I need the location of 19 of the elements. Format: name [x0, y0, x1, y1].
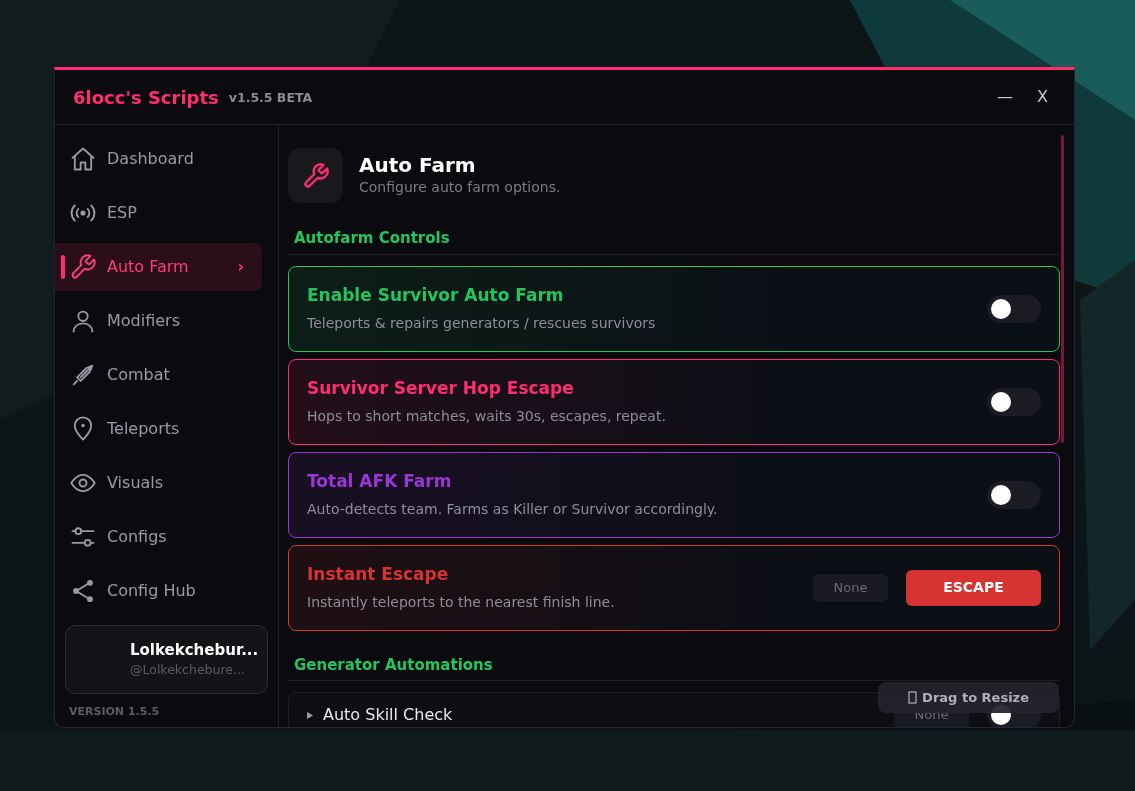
version-label: v1.5.5 BETA [228, 89, 313, 108]
feature-description: Teleports & repairs generators / rescues survivors [307, 313, 657, 333]
feature-description: Instantly teleports to the nearest finish line. [307, 592, 616, 612]
row-title: Auto Skill Check [323, 704, 453, 726]
feature-title: Enable Survivor Auto Farm [307, 284, 565, 308]
page-subtitle: Configure auto farm options. [359, 178, 561, 197]
section-title: Autofarm Controls [288, 211, 1060, 255]
section-title: Generator Automations [288, 637, 1060, 681]
feature-title: Survivor Server Hop Escape [307, 377, 575, 401]
version-text: VERSION 1.5.5 [69, 704, 161, 720]
feature-title: Total AFK Farm [307, 470, 453, 494]
feature-description: Auto-detects team. Farms as Killer or Survivor accordingly. [307, 499, 719, 519]
user-handle: @Lolkekchebure... [130, 661, 246, 680]
feature-description: Hops to short matches, waits 30s, escapes, repeat. [307, 406, 667, 426]
window-title: 6locc's Scripts [73, 85, 219, 110]
user-name: Lolkekchebur... [130, 639, 260, 661]
feature-title: Instant Escape [307, 563, 450, 587]
page-title: Auto Farm [359, 153, 477, 177]
chevron-icon: › [237, 255, 244, 279]
